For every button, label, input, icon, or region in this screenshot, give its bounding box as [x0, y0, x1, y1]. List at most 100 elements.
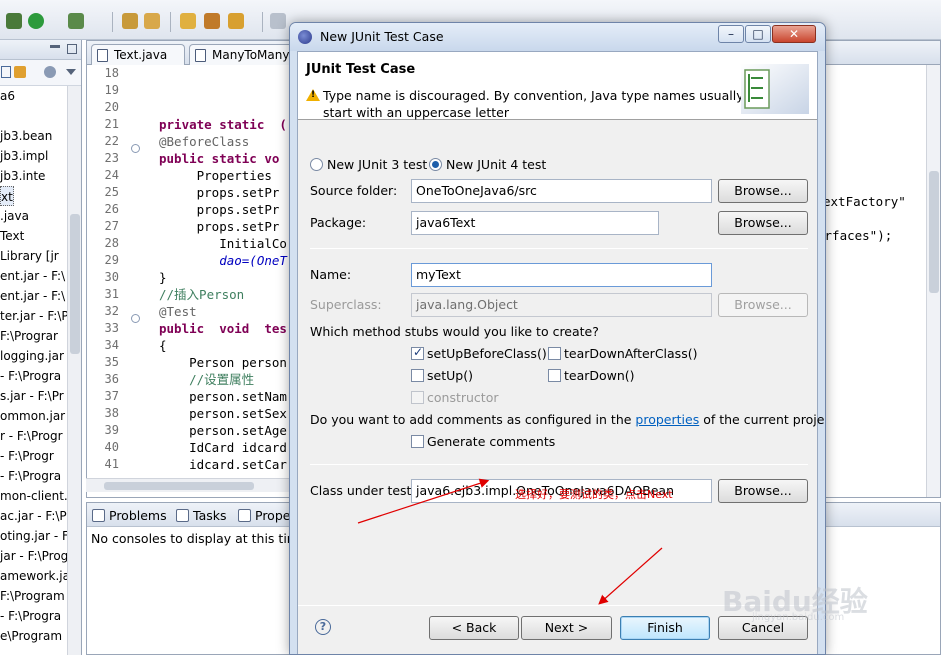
minimize-button[interactable]: –	[718, 25, 744, 43]
teardownafterclass-checkbox[interactable]	[548, 347, 561, 360]
line-number: 36	[104, 372, 119, 386]
line-number: 37	[104, 389, 119, 403]
source-folder-browse-button[interactable]: Browse...	[718, 179, 808, 203]
close-button[interactable]: ✕	[772, 25, 816, 43]
new-package-icon[interactable]	[122, 13, 138, 29]
fold-toggle-icon[interactable]	[131, 314, 140, 323]
source-folder-input[interactable]: OneToOneJava6/src	[411, 179, 712, 203]
fold-toggle-icon[interactable]	[131, 144, 140, 153]
setupbeforeclass-label[interactable]: setUpBeforeClass()	[427, 346, 547, 361]
teardownafterclass-label[interactable]: tearDownAfterClass()	[564, 346, 697, 361]
code-line: InitialCo	[159, 236, 287, 251]
code-line: Properties	[159, 168, 272, 183]
package-explorer-scrollbar[interactable]	[67, 86, 81, 655]
setup-checkbox[interactable]	[411, 369, 424, 382]
package-explorer-header	[0, 40, 81, 60]
tab-problems[interactable]: Problems	[89, 506, 167, 526]
comments-question-text: Do you want to add comments as configure…	[310, 412, 632, 427]
dialog-titlebar[interactable]: New JUnit Test Case – □ ✕	[290, 23, 825, 51]
view-menu-icon[interactable]	[66, 69, 76, 75]
package-explorer: a6 jb3.bean jb3.impl jb3.inte xt .java Text Lib…	[0, 40, 82, 655]
maximize-icon[interactable]	[67, 44, 77, 54]
package-input[interactable]: java6Text	[411, 211, 659, 235]
properties-icon	[238, 509, 251, 522]
junit4-radio[interactable]	[429, 158, 442, 171]
open-type-icon[interactable]	[204, 13, 220, 29]
code-line: {	[159, 338, 167, 353]
superclass-browse-button[interactable]: Browse...	[718, 293, 808, 317]
filter-icon[interactable]	[44, 66, 56, 78]
code-line: //设置属性	[159, 372, 255, 387]
link-with-editor-icon[interactable]	[14, 66, 26, 78]
generate-comments-label[interactable]: Generate comments	[427, 434, 555, 449]
line-number: 40	[104, 440, 119, 454]
debug-icon[interactable]	[6, 13, 22, 29]
next-button[interactable]: Next >	[521, 616, 612, 640]
annotation-text: 选择好，要测试的类，点击Next	[515, 488, 673, 501]
code-line: private static (	[159, 117, 287, 132]
eclipse-icon	[298, 30, 312, 44]
minimize-icon[interactable]	[50, 45, 60, 48]
scrollbar-thumb[interactable]	[104, 482, 254, 490]
junit3-radio[interactable]	[310, 158, 323, 171]
constructor-checkbox[interactable]	[411, 391, 424, 404]
wizard-title: JUnit Test Case	[306, 62, 416, 77]
teardown-checkbox[interactable]	[548, 369, 561, 382]
back-button[interactable]: < Back	[429, 616, 519, 640]
junit3-label[interactable]: New JUnit 3 test	[327, 157, 427, 172]
teardown-label[interactable]: tearDown()	[564, 368, 635, 383]
package-browse-button[interactable]: Browse...	[718, 211, 808, 235]
run-icon[interactable]	[28, 13, 44, 29]
code-area[interactable]: private static (@BeforeClass public stati…	[159, 65, 309, 497]
tab-text-java[interactable]: Text.java	[91, 44, 185, 65]
collapse-all-icon[interactable]	[1, 66, 11, 78]
generate-comments-checkbox[interactable]	[411, 435, 424, 448]
watermark-url: jingyan.baidu.com	[752, 612, 845, 623]
wizard-header: JUnit Test Case Type name is discouraged…	[298, 52, 817, 120]
help-icon[interactable]: ?	[315, 619, 331, 635]
code-line: props.setPr	[159, 219, 280, 234]
tab-many-to-many[interactable]: ManyToMany	[189, 44, 299, 65]
class-under-test-browse-button[interactable]: Browse...	[718, 479, 808, 503]
scrollbar-thumb[interactable]	[929, 171, 939, 293]
external-tools-icon[interactable]	[68, 13, 84, 29]
tab-tasks[interactable]: Tasks	[173, 506, 227, 526]
open-folder-icon[interactable]	[180, 13, 196, 29]
code-line: dao=(OneT	[159, 253, 287, 268]
tab-label: ManyToMany	[212, 48, 290, 62]
new-class-icon[interactable]	[144, 13, 160, 29]
line-number: 41	[104, 457, 119, 471]
edit-icon[interactable]	[270, 13, 286, 29]
setupbeforeclass-checkbox[interactable]	[411, 345, 424, 360]
code-line: person.setNam	[159, 389, 287, 404]
editor-vertical-scrollbar[interactable]	[926, 65, 940, 497]
problems-icon	[92, 509, 105, 522]
toolbar-separator	[170, 12, 171, 32]
junit4-label[interactable]: New JUnit 4 test	[446, 157, 546, 172]
toolbar-separator	[112, 12, 113, 32]
name-input[interactable]: myText	[411, 263, 712, 287]
code-fragment: extFactory"	[823, 194, 906, 209]
scrollbar-thumb[interactable]	[70, 214, 80, 354]
code-line: person.setAge	[159, 423, 287, 438]
properties-link[interactable]: properties	[635, 412, 699, 427]
line-number: 32	[104, 304, 119, 318]
setup-label[interactable]: setUp()	[427, 368, 473, 383]
code-line: props.setPr	[159, 202, 280, 217]
constructor-label: constructor	[427, 390, 499, 405]
editor-horizontal-scrollbar[interactable]	[86, 478, 292, 492]
tab-properties[interactable]: Prope	[235, 506, 290, 526]
line-number: 24	[104, 168, 119, 182]
comments-question-text: of the current project?	[703, 412, 825, 427]
tree-item[interactable]: xt	[0, 186, 14, 206]
maximize-button[interactable]: □	[745, 25, 771, 43]
finish-button[interactable]: Finish	[620, 616, 710, 640]
line-number: 20	[104, 100, 119, 114]
superclass-input[interactable]: java.lang.Object	[411, 293, 712, 317]
line-number: 28	[104, 236, 119, 250]
code-line: props.setPr	[159, 185, 280, 200]
warning-icon	[306, 89, 320, 101]
line-number: 30	[104, 270, 119, 284]
pencil-icon[interactable]	[228, 13, 244, 29]
